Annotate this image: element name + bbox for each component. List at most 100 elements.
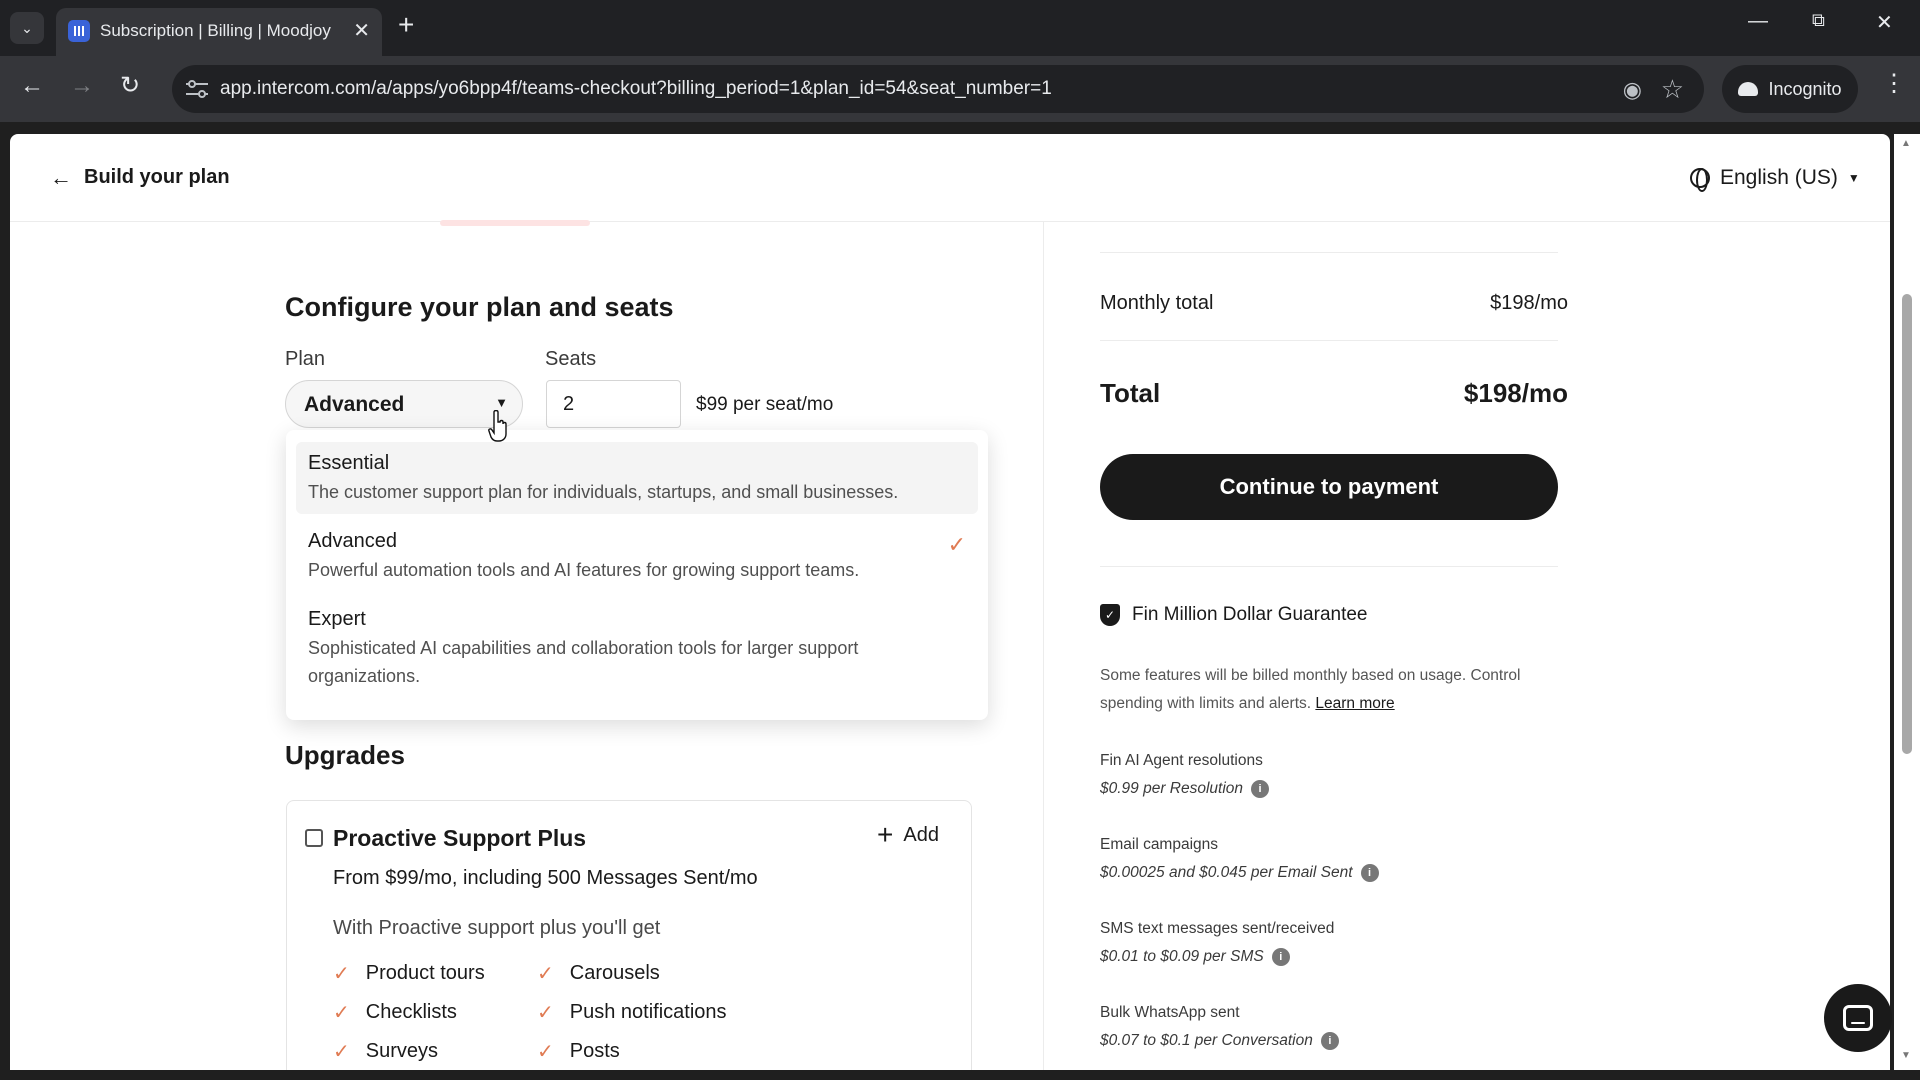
plan-option-expert[interactable]: Expert Sophisticated AI capabilities and…	[296, 598, 978, 700]
back-to-plan-link[interactable]: ← Build your plan	[50, 166, 230, 189]
page-header: ← Build your plan English (US) ▼	[10, 134, 1890, 222]
checkout-page: ← Build your plan English (US) ▼ Configu…	[10, 134, 1890, 1070]
seat-price: $99 per seat/mo	[696, 394, 834, 415]
close-window-icon[interactable]: ✕	[1876, 10, 1893, 35]
caret-down-icon: ▼	[1847, 171, 1860, 185]
usage-item-price: $0.01 to $0.09 per SMS i	[1100, 948, 1290, 966]
upgrade-name: Proactive Support Plus	[333, 825, 587, 851]
usage-note-text: Some features will be billed monthly bas…	[1100, 667, 1521, 712]
shield-check-icon: ✓	[1100, 604, 1120, 626]
column-divider	[1043, 222, 1044, 1070]
info-icon[interactable]: i	[1251, 780, 1270, 798]
bookmark-star-icon[interactable]: ☆	[1661, 74, 1684, 105]
feature-item: ✓ Checklists	[333, 1000, 457, 1025]
seats-label: Seats	[545, 348, 597, 370]
feature-label: Posts	[569, 1040, 620, 1062]
intercom-favicon-icon	[68, 20, 90, 42]
language-selector[interactable]: English (US) ▼	[1690, 166, 1860, 192]
usage-item-price: $0.99 per Resolution i	[1100, 780, 1270, 798]
forward-icon[interactable]: →	[70, 74, 94, 98]
feature-label: Checklists	[365, 1001, 457, 1023]
eye-off-icon[interactable]: ◉	[1623, 77, 1642, 103]
info-icon[interactable]: i	[1360, 864, 1379, 882]
seats-input[interactable]	[546, 380, 681, 428]
upgrade-price: From $99/mo, including 500 Messages Sent…	[333, 867, 758, 889]
guarantee-badge: ✓ Fin Million Dollar Guarantee	[1100, 604, 1368, 626]
usage-item-name: SMS text messages sent/received	[1100, 920, 1335, 937]
tab-search-button[interactable]: ⌄	[10, 12, 44, 44]
plan-option-advanced[interactable]: Advanced Powerful automation tools and A…	[296, 520, 978, 592]
language-label: English (US)	[1720, 166, 1838, 189]
feature-label: Push notifications	[569, 1001, 727, 1023]
usage-price-text: $0.00025 and $0.045 per Email Sent	[1100, 864, 1353, 881]
total-value: $198/mo	[1463, 378, 1568, 408]
scroll-down-icon[interactable]: ▼	[1901, 1050, 1911, 1061]
close-tab-icon[interactable]: ✕	[353, 18, 370, 43]
browser-tab-bar: ⌄ Subscription | Billing | Moodjoy ✕ + —…	[0, 0, 1920, 56]
incognito-badge[interactable]: Incognito	[1722, 65, 1858, 113]
reload-icon[interactable]: ↻	[120, 74, 140, 98]
feature-item: ✓ Carousels	[537, 961, 660, 986]
check-icon: ✓	[537, 1041, 554, 1063]
address-bar[interactable]: app.intercom.com/a/apps/yo6bpp4f/teams-c…	[172, 65, 1704, 113]
plan-label: Plan	[285, 348, 326, 370]
caret-down-icon: ▼	[495, 395, 508, 410]
url-text[interactable]: app.intercom.com/a/apps/yo6bpp4f/teams-c…	[220, 78, 1052, 100]
feature-label: Product tours	[365, 962, 485, 984]
back-icon[interactable]: ←	[20, 74, 44, 98]
feature-item: ✓ Posts	[537, 1039, 620, 1064]
chat-icon	[1843, 1005, 1873, 1031]
feature-item: ✓ Surveys	[333, 1039, 438, 1064]
monthly-total-label: Monthly total	[1100, 292, 1214, 314]
plan-option-description: Sophisticated AI capabilities and collab…	[308, 638, 859, 686]
feature-label: Carousels	[569, 962, 660, 984]
check-icon: ✓	[333, 1002, 350, 1024]
usage-item-price: $0.07 to $0.1 per Conversation i	[1100, 1032, 1339, 1050]
plan-option-name: Advanced	[308, 530, 397, 552]
incognito-label: Incognito	[1768, 78, 1842, 99]
info-icon[interactable]: i	[1320, 1032, 1339, 1050]
upgrade-intro: With Proactive support plus you'll get	[333, 917, 661, 939]
incognito-icon	[1738, 82, 1759, 96]
upgrade-checkbox[interactable]	[305, 829, 323, 847]
plan-option-essential[interactable]: Essential The customer support plan for …	[296, 442, 978, 514]
upgrade-card-proactive: Proactive Support Plus + Add From $99/mo…	[286, 800, 972, 1070]
usage-item-name: Email campaigns	[1100, 836, 1219, 853]
usage-price-text: $0.07 to $0.1 per Conversation	[1100, 1032, 1313, 1049]
info-icon[interactable]: i	[1271, 948, 1290, 966]
minimize-icon[interactable]: —	[1748, 10, 1768, 33]
feature-label: Surveys	[365, 1040, 439, 1062]
browser-tab[interactable]: Subscription | Billing | Moodjoy ✕	[56, 8, 382, 56]
check-icon: ✓	[537, 963, 554, 985]
continue-to-payment-button[interactable]: Continue to payment	[1100, 454, 1558, 520]
summary-divider	[1100, 566, 1558, 567]
add-upgrade-button[interactable]: + Add	[877, 821, 939, 849]
plan-dropdown: Essential The customer support plan for …	[286, 430, 988, 720]
configure-title: Configure your plan and seats	[285, 292, 674, 322]
learn-more-link[interactable]: Learn more	[1315, 695, 1394, 712]
browser-menu-icon[interactable]: ⋮	[1882, 72, 1906, 96]
scrollbar-thumb[interactable]	[1902, 294, 1912, 754]
new-tab-button[interactable]: +	[398, 11, 414, 39]
usage-item-price: $0.00025 and $0.045 per Email Sent i	[1100, 864, 1379, 882]
total-label: Total	[1100, 378, 1161, 408]
usage-price-text: $0.01 to $0.09 per SMS	[1100, 948, 1264, 965]
back-label: Build your plan	[84, 166, 230, 188]
chat-launcher-button[interactable]	[1824, 984, 1892, 1052]
summary-divider	[1100, 340, 1558, 341]
feature-item: ✓ Product tours	[333, 961, 485, 986]
arrow-left-icon: ←	[50, 164, 72, 190]
feature-item: ✓ Push notifications	[537, 1000, 727, 1025]
scroll-up-icon[interactable]: ▲	[1901, 138, 1911, 149]
restore-icon[interactable]: ⧉	[1812, 10, 1825, 31]
usage-item-name: Bulk WhatsApp sent	[1100, 1004, 1240, 1021]
browser-toolbar: ← → ↻ app.intercom.com/a/apps/yo6bpp4f/t…	[0, 56, 1920, 122]
chevron-down-icon: ⌄	[21, 19, 33, 36]
check-icon: ✓	[333, 1041, 350, 1063]
check-icon: ✓	[537, 1002, 554, 1024]
usage-price-text: $0.99 per Resolution	[1100, 780, 1244, 797]
plan-option-name: Expert	[308, 608, 366, 630]
check-icon: ✓	[333, 963, 350, 985]
site-settings-icon[interactable]	[186, 79, 208, 99]
page-scrollbar[interactable]: ▲ ▼	[1894, 134, 1920, 1070]
